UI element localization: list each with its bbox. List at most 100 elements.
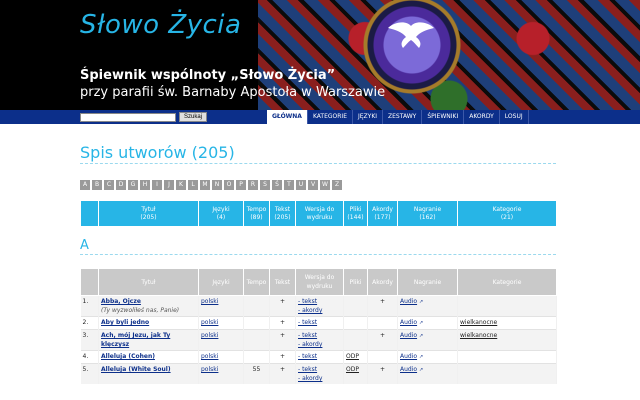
letter-link-r[interactable]: R [248,180,258,190]
letter-link-w[interactable]: W [320,180,330,190]
letter-link-s-acute[interactable]: Ś [272,180,282,190]
song-title-link[interactable]: Alleluja (White Soul) [101,365,196,374]
tab-akordy[interactable]: AKORDY [464,110,500,124]
audio-link[interactable]: Audio [400,319,417,326]
table-header-text[interactable]: Tekst [269,268,296,296]
letter-link-j[interactable]: J [164,180,174,190]
category-link[interactable]: wielkanocne [457,316,557,330]
file-link[interactable] [343,295,368,317]
audio-link[interactable]: Audio [400,353,417,360]
summary-header-title[interactable]: Tytuł (205) [98,200,199,227]
song-title-link[interactable]: Ach, mój Jezu, jak Ty klęczysz [101,331,196,349]
file-link[interactable]: ODP [343,350,368,364]
summary-header-files[interactable]: Pliki (144) [343,200,368,227]
letter-link-v[interactable]: V [308,180,318,190]
tempo-value [243,350,270,364]
summary-header-print[interactable]: Wersja do wydruku [295,200,344,227]
print-chords-link[interactable]: - akordy [298,340,341,349]
file-link[interactable]: ODP [343,363,368,384]
search-input[interactable] [80,113,176,122]
row-number: 1. [80,295,99,317]
table-header-print[interactable]: Wersja do wydruku [295,268,344,296]
letter-link-m[interactable]: M [200,180,210,190]
letter-link-k[interactable]: K [176,180,186,190]
text-available: + [269,329,296,351]
letter-link-g[interactable]: G [128,180,138,190]
letter-link-n[interactable]: N [212,180,222,190]
language-link[interactable]: polski [201,366,218,373]
language-link[interactable]: polski [201,353,218,360]
language-link[interactable]: polski [201,298,218,305]
table-header-languages[interactable]: Języki [198,268,244,296]
table-header-recording[interactable]: Nagranie [397,268,458,296]
print-text-link[interactable]: - tekst [298,318,341,327]
letter-link-d[interactable]: D [116,180,126,190]
print-text-link[interactable]: - tekst [298,365,341,374]
audio-link[interactable]: Audio [400,366,417,373]
table-header-tempo[interactable]: Tempo [243,268,270,296]
letter-link-p[interactable]: P [236,180,246,190]
tempo-value [243,295,270,317]
text-available: + [269,363,296,384]
summary-header-recording[interactable]: Nagranie (162) [397,200,458,227]
summary-header-tempo[interactable]: Tempo (89) [243,200,270,227]
song-title-link[interactable]: Abba, Ojcze [101,297,196,306]
letter-link-z[interactable]: Z [332,180,342,190]
dove-icon [388,22,434,48]
song-title-link[interactable]: Aby byli jedno [101,318,196,327]
chords-available [367,350,398,364]
category-link[interactable] [457,350,557,364]
tab-zestawy[interactable]: ZESTAWY [383,110,423,124]
tempo-value [243,316,270,330]
letter-link-t[interactable]: T [284,180,294,190]
category-link[interactable] [457,363,557,384]
summary-header-languages[interactable]: Języki (4) [198,200,244,227]
letter-link-b[interactable]: B [92,180,102,190]
letter-link-o[interactable]: O [224,180,234,190]
table-row: 5. Alleluja (White Soul) polski 55 + - t… [80,363,557,384]
site-title[interactable]: Słowo Życia [80,10,241,40]
print-chords-link[interactable]: - akordy [298,374,341,383]
file-link[interactable] [343,316,368,330]
summary-header-categories[interactable]: Kategorie (21) [457,200,557,227]
table-header-files[interactable]: Pliki [343,268,368,296]
song-title-link[interactable]: Alleluja (Cohen) [101,352,196,361]
text-available: + [269,316,296,330]
letter-link-s[interactable]: S [260,180,270,190]
summary-header-text[interactable]: Tekst (205) [269,200,296,227]
letter-link-h[interactable]: H [140,180,150,190]
print-text-link[interactable]: - tekst [298,352,341,361]
letter-link-c[interactable]: C [104,180,114,190]
song-subtitle: (Ty wyzwoliłeś nas, Panie) [101,307,180,314]
tab-glowna[interactable]: GŁÓWNA [267,110,308,124]
search-button[interactable]: Szukaj [179,112,207,122]
print-chords-link[interactable]: - akordy [298,306,341,315]
file-link[interactable] [343,329,368,351]
print-text-link[interactable]: - tekst [298,297,341,306]
language-link[interactable]: polski [201,319,218,326]
tab-spiewniki[interactable]: ŚPIEWNIKI [422,110,465,124]
language-link[interactable]: polski [201,332,218,339]
category-link[interactable] [457,295,557,317]
section-letter-heading: A [80,238,89,253]
letter-link-l[interactable]: L [188,180,198,190]
category-link[interactable]: wielkanocne [457,329,557,351]
letter-link-i[interactable]: I [152,180,162,190]
chords-available: + [367,363,398,384]
letter-link-u[interactable]: U [296,180,306,190]
tab-jezyki[interactable]: JĘZYKI [353,110,384,124]
tab-losuj[interactable]: LOSUJ [500,110,529,124]
tab-kategorie[interactable]: KATEGORIE [308,110,353,124]
letter-link-a[interactable]: A [80,180,90,190]
songs-table: Tytuł Języki Tempo Tekst Wersja do wydru… [80,268,557,384]
print-text-link[interactable]: - tekst [298,331,341,340]
table-header-title[interactable]: Tytuł [98,268,199,296]
tempo-value: 55 [243,363,270,384]
heading-divider [80,163,556,164]
external-link-icon: ↗ [418,367,424,373]
table-header-categories[interactable]: Kategorie [457,268,557,296]
summary-header-chords[interactable]: Akordy (177) [367,200,398,227]
audio-link[interactable]: Audio [400,332,417,339]
audio-link[interactable]: Audio [400,298,417,305]
table-header-chords[interactable]: Akordy [367,268,398,296]
